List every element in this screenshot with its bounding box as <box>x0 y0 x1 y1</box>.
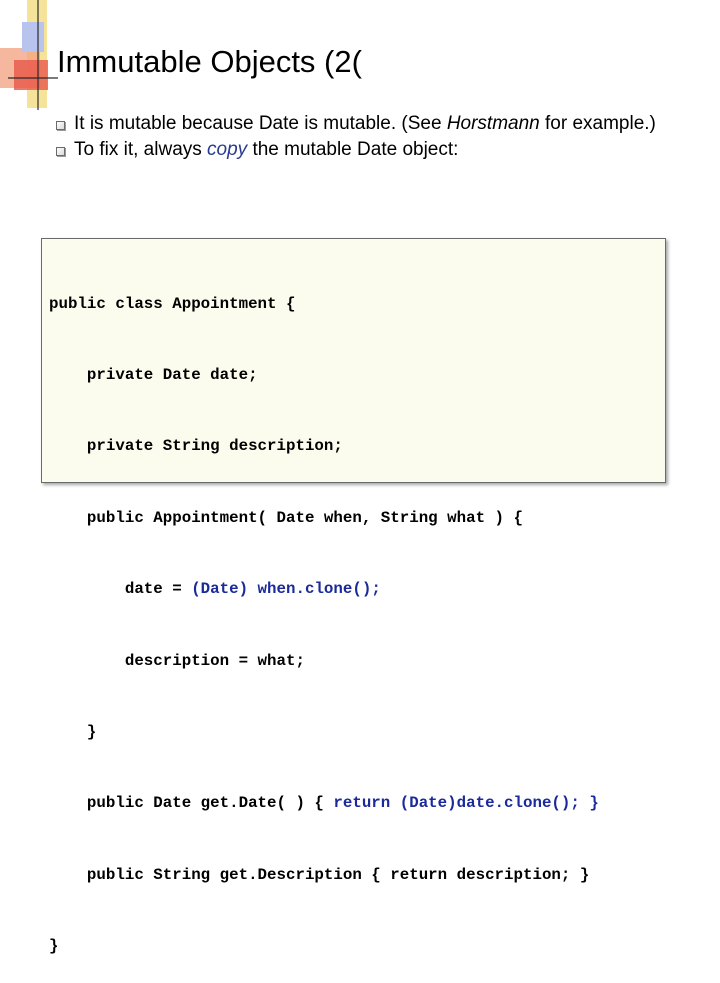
checkbox-bullet-icon <box>56 147 65 156</box>
code-line: date = (Date) when.clone(); <box>49 580 381 599</box>
code-line: description = what; <box>49 651 305 670</box>
code-line: public Appointment( Date when, String wh… <box>49 508 523 527</box>
checkbox-bullet-icon <box>56 121 65 130</box>
code-highlight: return (Date)date.clone(); } <box>333 794 599 813</box>
copy-emphasis: copy <box>207 139 248 160</box>
code-line: } <box>49 937 59 956</box>
bullet-text: To fix it, always copy the mutable Date … <box>74 139 459 160</box>
corner-decoration <box>0 0 58 110</box>
bullet-text: It is mutable because Date is mutable. (… <box>74 113 656 134</box>
code-block: public class Appointment { private Date … <box>41 238 666 955</box>
bullet-list: It is mutable because Date is mutable. (… <box>56 112 706 164</box>
code-line: public class Appointment { <box>49 294 296 313</box>
code-line: private Date date; <box>49 365 258 384</box>
bullet-item-fix: To fix it, always copy the mutable Date … <box>56 138 706 162</box>
horstmann-reference: Horstmann <box>446 113 540 134</box>
code-line: } <box>49 722 97 741</box>
code-line: public Date get.Date( ) { return (Date)d… <box>49 794 599 813</box>
code-line: private String description; <box>49 437 343 456</box>
bullet-item-mutable: It is mutable because Date is mutable. (… <box>56 112 706 136</box>
code-highlight: (Date) when.clone(); <box>191 580 381 599</box>
slide-title: Immutable Objects (2( <box>57 44 362 79</box>
code-line: public String get.Description { return d… <box>49 865 590 884</box>
